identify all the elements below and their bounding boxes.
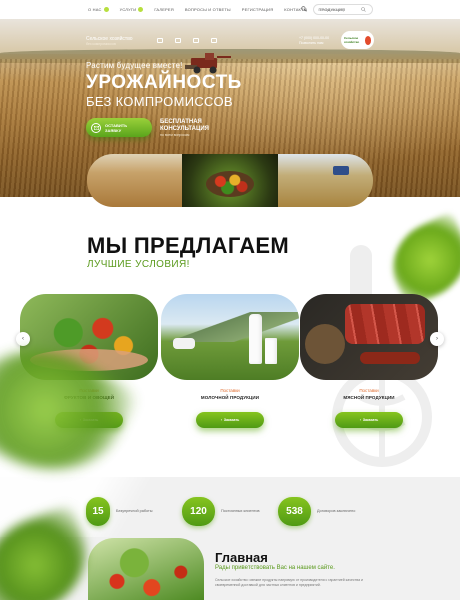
chevron-left-icon: ‹	[22, 336, 24, 342]
card-prefix: Поставки	[359, 388, 379, 393]
free-consultation: БЕСПЛАТНАЯ КОНСУЛЬТАЦИЯ	[160, 119, 209, 132]
envelope-icon	[91, 122, 101, 133]
card-prefix: Поставки	[220, 388, 240, 393]
nav-dot-icon	[103, 7, 109, 12]
stat-value: 15	[86, 497, 110, 526]
home-image	[88, 538, 204, 600]
nav-item-services[interactable]: Услуги	[120, 7, 144, 12]
header-phone[interactable]: +7 (000) 000-00-00 Позвонить нам	[299, 36, 329, 46]
stat-item: 538 Договоров заключено	[278, 497, 357, 526]
stat-item: 15 Безупречной работы	[86, 497, 156, 526]
card-title: МОЛОЧНОЙ ПРОДУКЦИИ	[200, 395, 260, 400]
gallery-image-produce[interactable]	[182, 154, 278, 207]
top-navigation: О нас Услуги Галерея Вопросы и ответы Ре…	[0, 0, 460, 19]
tomato-logo-icon	[364, 35, 371, 45]
harvester-icon	[185, 53, 231, 74]
stat-value: 538	[278, 497, 311, 526]
stat-label: Договоров заключено	[317, 509, 356, 513]
stat-item: 120 Постоянных клиентов	[182, 497, 261, 526]
dairy-image[interactable]	[161, 294, 299, 380]
hero-kicker: Растим будущее вместе!	[86, 61, 183, 70]
home-subtitle: Рады приветствовать Вас на нашем сайте.	[215, 565, 335, 571]
chevron-right-icon: ›	[436, 336, 438, 342]
arrow-right-icon: ›	[220, 418, 222, 422]
hero-gallery	[87, 154, 373, 207]
search-icon	[361, 7, 366, 12]
order-button[interactable]: ›Заказать	[335, 412, 403, 428]
offer-card: Поставки МЯСНОЙ ПРОДУКЦИИ › Заказать	[300, 294, 438, 428]
header-social-icons	[157, 38, 217, 43]
search-icon[interactable]	[301, 6, 307, 12]
gallery-image-tractor[interactable]	[277, 154, 373, 207]
order-button[interactable]: ›Заказать	[196, 412, 264, 428]
telegram-icon[interactable]	[193, 38, 199, 43]
search-input[interactable]: Поиск по сайту	[313, 4, 373, 15]
stat-value: 120	[182, 497, 215, 526]
brand-tagline: без компромиссов	[86, 42, 116, 46]
meat-image[interactable]	[300, 294, 438, 380]
hero-title: УРОЖАЙНОСТЬ	[86, 72, 242, 93]
nav-item-faq[interactable]: Вопросы и ответы	[185, 7, 231, 12]
logo[interactable]: Сельское хозяйство	[341, 31, 374, 49]
section-subtitle: ЛУЧШИЕ УСЛОВИЯ!	[87, 259, 190, 270]
offer-card: Поставки МОЛОЧНОЙ ПРОДУКЦИИ › Заказать	[161, 294, 299, 428]
whatsapp-icon[interactable]	[211, 38, 217, 43]
carousel-next-button[interactable]: ›	[430, 332, 444, 346]
vk-icon[interactable]	[175, 38, 181, 43]
stat-label: Постоянных клиентов	[221, 509, 260, 513]
home-title: Главная	[215, 550, 268, 565]
stat-label: Безупречной работы	[116, 509, 153, 513]
request-button[interactable]: ОСТАВИТЬ ЗАЯВКУ	[86, 118, 152, 137]
nav-item-gallery[interactable]: Галерея	[154, 7, 174, 12]
home-text: Сельское хозяйство: свежие продукты напр…	[215, 578, 363, 587]
gallery-image-field[interactable]	[87, 154, 183, 207]
card-title: МЯСНОЙ ПРОДУКЦИИ	[343, 395, 395, 400]
section-title: МЫ ПРЕДЛАГАЕМ	[87, 233, 290, 258]
nav-item-registration[interactable]: Регистрация	[242, 7, 274, 12]
free-consultation-sub: по всем вопросам	[160, 133, 190, 137]
mail-icon[interactable]	[157, 38, 163, 43]
arrow-right-icon: ›	[359, 418, 361, 422]
nav-dot-icon	[138, 7, 144, 12]
carousel-prev-button[interactable]: ‹	[16, 332, 30, 346]
hero-subtitle: БЕЗ КОМПРОМИССОВ	[86, 94, 233, 109]
nav-item-about[interactable]: О нас	[88, 7, 109, 12]
